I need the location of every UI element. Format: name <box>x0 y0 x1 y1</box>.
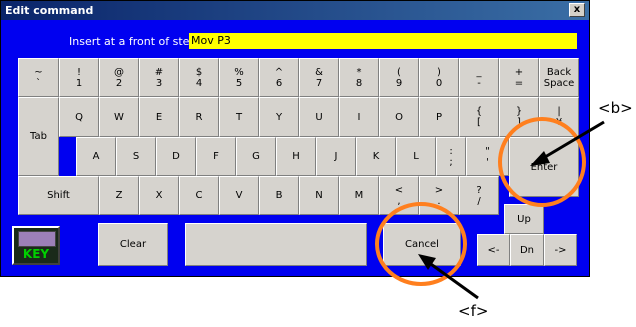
callout-label-b: <b> <box>598 99 633 117</box>
callout-arrow-b <box>539 120 605 162</box>
annotation-overlay <box>375 117 605 300</box>
callout-ring-cancel <box>375 202 467 286</box>
callout-arrowhead-b <box>530 151 550 166</box>
callout-label-f: <f> <box>458 302 489 320</box>
